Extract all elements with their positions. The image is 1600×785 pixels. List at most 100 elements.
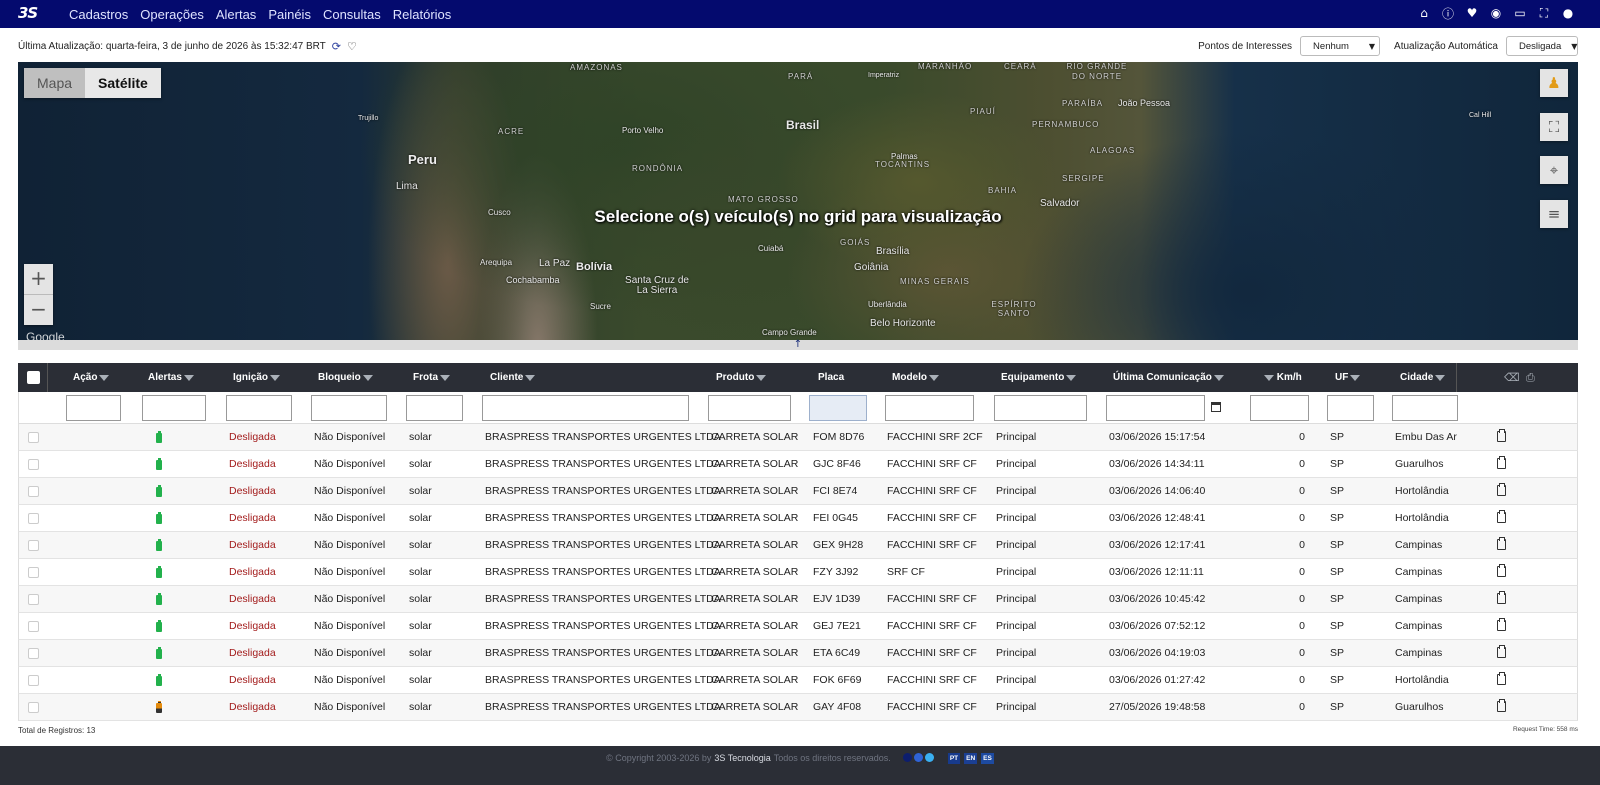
filter-icon[interactable] — [1264, 375, 1274, 381]
filter-cidade-input[interactable] — [1392, 395, 1458, 421]
clipboard-icon[interactable] — [1497, 456, 1506, 469]
filter-frota-input[interactable] — [406, 395, 463, 421]
header-modelo[interactable]: Modelo — [892, 363, 939, 392]
menu-alertas[interactable]: Alertas — [216, 7, 256, 22]
header-acao[interactable]: Ação — [73, 363, 110, 392]
lang-pt-button[interactable]: PT — [947, 753, 961, 764]
footer-brand[interactable]: 3S Tecnologia — [714, 753, 770, 785]
battery-icon[interactable] — [156, 512, 162, 524]
battery-icon[interactable] — [156, 539, 162, 551]
menu-relatorios[interactable]: Relatórios — [393, 7, 452, 22]
table-row[interactable]: Desligada Não Disponível solar BRASPRESS TR… — [18, 532, 1578, 559]
filter-icon[interactable] — [440, 375, 450, 381]
export-icon[interactable]: ⎙ — [1526, 371, 1535, 385]
info-icon[interactable]: ⓘ — [1440, 5, 1456, 21]
filter-modelo-input[interactable] — [885, 395, 974, 421]
row-checkbox[interactable] — [28, 486, 39, 497]
filter-icon[interactable] — [183, 375, 194, 381]
map-fullscreen-icon[interactable]: ⛶ — [1540, 113, 1568, 141]
filter-alertas-input[interactable] — [142, 395, 206, 421]
table-row[interactable]: Desligada Não Disponível solar BRASPRESS TR… — [18, 559, 1578, 586]
row-checkbox[interactable] — [28, 675, 39, 686]
zoom-in-button[interactable]: + — [24, 264, 53, 294]
poi-select[interactable]: Nenhum ▼ — [1300, 36, 1381, 56]
filter-icon[interactable] — [362, 375, 373, 381]
header-uf[interactable]: UF — [1335, 363, 1361, 392]
menu-consultas[interactable]: Consultas — [323, 7, 381, 22]
fullscreen-icon[interactable]: ⛶ — [1536, 5, 1552, 21]
row-checkbox[interactable] — [28, 513, 39, 524]
filter-icon[interactable] — [756, 375, 767, 381]
filter-cliente-input[interactable] — [482, 395, 689, 421]
header-equipamento[interactable]: Equipamento — [1001, 363, 1077, 392]
eraser-icon[interactable]: ⌫ — [1504, 371, 1520, 384]
social-icon[interactable] — [902, 753, 912, 762]
favorite-heart-icon[interactable]: ♡ — [347, 40, 357, 53]
zoom-out-button[interactable]: − — [24, 295, 53, 325]
map-view[interactable]: Mapa Satélite AMAZONAS PARÁ Imperatriz M… — [18, 62, 1578, 348]
table-row[interactable]: Desligada Não Disponível solar BRASPRESS TR… — [18, 613, 1578, 640]
table-row[interactable]: Desligada Não Disponível solar BRASPRESS TR… — [18, 478, 1578, 505]
row-checkbox[interactable] — [28, 567, 39, 578]
table-row[interactable]: Desligada Não Disponível solar BRASPRESS TR… — [18, 640, 1578, 667]
lang-en-button[interactable]: EN — [964, 753, 978, 764]
clipboard-icon[interactable] — [1497, 564, 1506, 577]
clipboard-icon[interactable] — [1497, 618, 1506, 631]
filter-uf-input[interactable] — [1327, 395, 1374, 421]
filter-icon[interactable] — [525, 375, 536, 381]
social-icon[interactable] — [913, 753, 923, 762]
header-kmh[interactable]: Km/h — [1262, 363, 1302, 392]
battery-icon[interactable] — [156, 674, 162, 686]
menu-paineis[interactable]: Painéis — [268, 7, 311, 22]
table-row[interactable]: Desligada Não Disponível solar BRASPRESS TR… — [18, 451, 1578, 478]
filter-ignicao-input[interactable] — [226, 395, 292, 421]
app-logo[interactable]: 3S — [18, 4, 44, 24]
battery-icon[interactable] — [156, 566, 162, 578]
filter-bloqueio-input[interactable] — [311, 395, 387, 421]
locate-icon[interactable]: ⌖ — [1540, 156, 1568, 184]
user-icon[interactable]: ● — [1560, 5, 1576, 21]
table-row[interactable]: Desligada Não Disponível solar BRASPRESS TR… — [18, 424, 1578, 451]
battery-icon[interactable] — [156, 485, 162, 497]
pegman-icon[interactable]: ♟ — [1540, 69, 1568, 97]
header-bloqueio[interactable]: Bloqueio — [318, 363, 373, 392]
filter-icon[interactable] — [1066, 375, 1077, 381]
menu-cadastros[interactable]: Cadastros — [69, 7, 128, 22]
table-row[interactable]: Desligada Não Disponível solar BRASPRESS TR… — [18, 586, 1578, 613]
header-placa[interactable]: Placa — [818, 363, 844, 392]
heart-icon[interactable]: ♥ — [1464, 5, 1480, 21]
filter-icon[interactable] — [929, 375, 939, 381]
filter-icon[interactable] — [270, 375, 281, 381]
auto-update-select[interactable]: Desligada ▼ — [1506, 36, 1578, 56]
clipboard-icon[interactable] — [1497, 429, 1506, 442]
row-checkbox[interactable] — [28, 540, 39, 551]
filter-produto-input[interactable] — [708, 395, 791, 421]
row-checkbox[interactable] — [28, 648, 39, 659]
header-cidade[interactable]: Cidade — [1400, 363, 1446, 392]
row-checkbox[interactable] — [28, 621, 39, 632]
map-type-map-button[interactable]: Mapa — [24, 68, 86, 98]
filter-icon[interactable] — [1213, 375, 1224, 381]
traffic-light-icon[interactable]: ≡ — [1540, 200, 1568, 228]
filter-equipamento-input[interactable] — [994, 395, 1087, 421]
table-row[interactable]: Desligada Não Disponível solar BRASPRESS TR… — [18, 667, 1578, 694]
menu-operacoes[interactable]: Operações — [140, 7, 204, 22]
table-row[interactable]: Desligada Não Disponível solar BRASPRESS TR… — [18, 505, 1578, 532]
header-alertas[interactable]: Alertas — [148, 363, 194, 392]
header-cliente[interactable]: Cliente — [490, 363, 536, 392]
battery-icon[interactable] — [156, 458, 162, 470]
calendar-icon[interactable] — [1211, 402, 1221, 412]
row-checkbox[interactable] — [28, 702, 39, 713]
select-all-checkbox[interactable] — [27, 371, 40, 384]
battery-icon[interactable] — [156, 593, 162, 605]
filter-icon[interactable] — [1435, 375, 1446, 381]
clipboard-icon[interactable] — [1497, 483, 1506, 496]
clipboard-icon[interactable] — [1497, 645, 1506, 658]
row-checkbox[interactable] — [28, 432, 39, 443]
battery-icon[interactable] — [156, 431, 162, 443]
filter-kmh-input[interactable] — [1250, 395, 1309, 421]
header-ignicao[interactable]: Ignição — [233, 363, 281, 392]
filter-acao-input[interactable] — [66, 395, 121, 421]
filter-placa-input[interactable] — [809, 395, 867, 421]
clipboard-icon[interactable] — [1497, 510, 1506, 523]
